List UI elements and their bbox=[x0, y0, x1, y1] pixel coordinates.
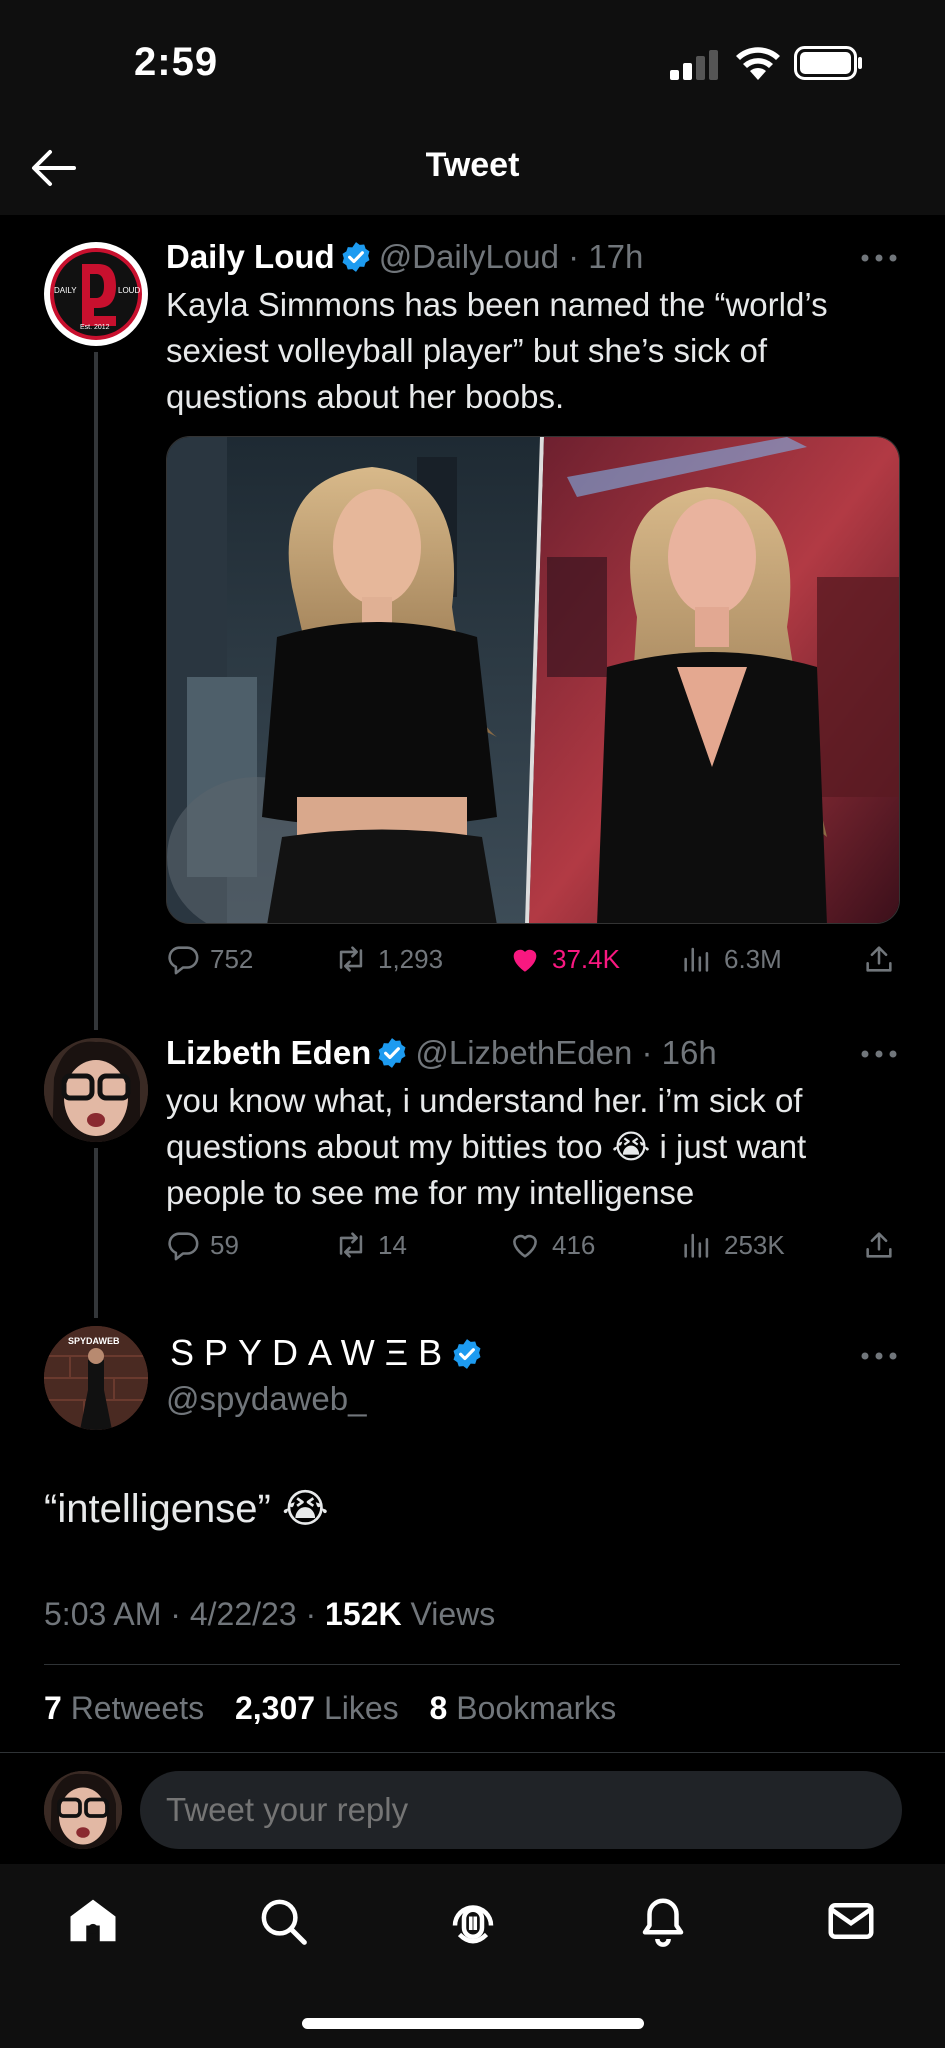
views-count: 152K bbox=[325, 1596, 402, 1632]
views-button[interactable]: 6.3M bbox=[680, 942, 782, 976]
avatar-label: SPYDAWEB bbox=[68, 1336, 120, 1346]
cellular-signal-icon bbox=[670, 50, 718, 80]
views-count: 253K bbox=[724, 1229, 785, 1260]
reply-button[interactable]: 59 bbox=[166, 1228, 239, 1262]
retweets-count: 7 bbox=[44, 1690, 62, 1726]
home-indicator bbox=[302, 2018, 644, 2029]
verified-badge-icon bbox=[342, 242, 370, 272]
author-handle[interactable]: @LizbethEden bbox=[415, 1034, 632, 1071]
tweet-header: Tweet bbox=[0, 120, 945, 215]
avatar-label-est: Est. 2012 bbox=[80, 324, 110, 331]
heart-filled-icon bbox=[513, 949, 537, 972]
author-name[interactable]: SPYDAWΞB bbox=[170, 1332, 452, 1373]
wifi-icon bbox=[736, 47, 780, 80]
like-count: 416 bbox=[552, 1229, 596, 1260]
tweet-action-bar: 752 1,293 37.4K 6.3M bbox=[166, 942, 906, 986]
tweet-text: you know what, i understand her. i’m sic… bbox=[166, 1082, 807, 1211]
tweet-time: 17h bbox=[588, 238, 644, 275]
status-bar: 2:59 bbox=[0, 0, 945, 120]
bookmarks-label: Bookmarks bbox=[456, 1690, 617, 1726]
reply-button[interactable]: 752 bbox=[166, 942, 253, 976]
like-count: 37.4K bbox=[552, 943, 620, 974]
tweet-header-row: Daily Loud @DailyLoud · 17h bbox=[166, 238, 644, 275]
views-button[interactable]: 253K bbox=[680, 1228, 785, 1262]
notifications-icon[interactable] bbox=[636, 1894, 690, 1948]
tweet-time: 16h bbox=[661, 1034, 717, 1071]
thread-line bbox=[94, 352, 98, 1030]
tweet-action-bar: 59 14 416 253K bbox=[166, 1228, 906, 1272]
retweets-stat[interactable]: 7 Retweets bbox=[44, 1690, 204, 1726]
reply-composer bbox=[0, 1752, 945, 1864]
heart-outline-icon bbox=[513, 1234, 537, 1258]
divider bbox=[44, 1664, 900, 1665]
retweet-count: 14 bbox=[378, 1229, 407, 1260]
thread-line bbox=[94, 1148, 98, 1318]
views-count: 6.3M bbox=[724, 943, 782, 974]
verified-badge-icon bbox=[453, 1339, 481, 1369]
tweet-header-row: Lizbeth Eden @LizbethEden · 16h bbox=[166, 1034, 717, 1071]
tweet-text: Kayla Simmons has been named the “world’… bbox=[166, 286, 828, 415]
tweet-media[interactable] bbox=[166, 436, 900, 924]
verified-badge-icon bbox=[378, 1038, 406, 1068]
messages-icon[interactable] bbox=[824, 1894, 878, 1948]
more-options-icon[interactable] bbox=[859, 252, 899, 264]
search-icon[interactable] bbox=[256, 1894, 310, 1948]
reply-count: 59 bbox=[210, 1229, 239, 1260]
home-icon[interactable] bbox=[66, 1894, 120, 1948]
tweet-time: 5:03 AM bbox=[44, 1596, 162, 1632]
retweet-button[interactable]: 14 bbox=[334, 1228, 407, 1262]
reply-count: 752 bbox=[210, 943, 254, 974]
bottom-tab-bar bbox=[0, 1864, 945, 2048]
avatar-spydaweb[interactable]: SPYDAWEB bbox=[44, 1326, 148, 1430]
tweet-photo bbox=[167, 437, 899, 923]
avatar-label-left: DAILY bbox=[54, 286, 77, 295]
current-user-avatar[interactable] bbox=[44, 1771, 122, 1849]
tweet-meta: 5:03 AM · 4/22/23 · 152K Views bbox=[44, 1596, 496, 1632]
author-name[interactable]: Daily Loud bbox=[166, 238, 335, 275]
views-icon bbox=[684, 947, 709, 972]
likes-count: 2,307 bbox=[234, 1690, 316, 1726]
author-handle[interactable]: @spydaweb_ bbox=[166, 1380, 366, 1418]
author-name[interactable]: Lizbeth Eden bbox=[166, 1034, 371, 1071]
likes-stat[interactable]: 2,307 Likes bbox=[235, 1690, 399, 1726]
more-options-icon[interactable] bbox=[859, 1350, 899, 1362]
retweet-icon bbox=[339, 946, 363, 972]
avatar-daily-loud[interactable]: DAILY LOUD Est. 2012 bbox=[44, 242, 148, 346]
share-button[interactable] bbox=[862, 1228, 906, 1262]
like-button[interactable]: 37.4K bbox=[508, 942, 620, 976]
share-icon bbox=[866, 946, 892, 972]
engagement-stats: 7 Retweets 2,307 Likes 8 Bookmarks bbox=[44, 1690, 616, 1727]
views-icon bbox=[684, 1233, 709, 1258]
reply-icon bbox=[168, 1232, 199, 1261]
tweet-text: “intelligense” 😭 bbox=[44, 1487, 329, 1531]
status-time: 2:59 bbox=[134, 40, 219, 84]
more-options-icon[interactable] bbox=[859, 1048, 899, 1060]
retweet-button[interactable]: 1,293 bbox=[334, 942, 443, 976]
bookmarks-stat[interactable]: 8 Bookmarks bbox=[430, 1690, 617, 1726]
reply-input[interactable] bbox=[140, 1771, 902, 1849]
author-handle[interactable]: @DailyLoud bbox=[379, 238, 559, 275]
retweet-icon bbox=[339, 1232, 363, 1258]
views-label: Views bbox=[410, 1596, 496, 1632]
bookmarks-count: 8 bbox=[429, 1690, 448, 1726]
reply-icon bbox=[168, 946, 199, 975]
like-button[interactable]: 416 bbox=[508, 1228, 595, 1262]
likes-label: Likes bbox=[323, 1690, 399, 1726]
share-button[interactable] bbox=[862, 942, 906, 976]
share-icon bbox=[866, 1232, 892, 1258]
tweet-date: 4/22/23 bbox=[189, 1596, 297, 1632]
spaces-icon[interactable] bbox=[446, 1894, 500, 1948]
page-title: Tweet bbox=[425, 146, 520, 184]
avatar-lizbeth-eden[interactable] bbox=[44, 1038, 148, 1142]
avatar-label-right: LOUD bbox=[118, 286, 141, 295]
battery-icon bbox=[794, 46, 862, 80]
author-name-row: SPYDAWΞB bbox=[170, 1332, 490, 1374]
retweet-count: 1,293 bbox=[378, 943, 444, 974]
retweets-label: Retweets bbox=[70, 1690, 205, 1726]
